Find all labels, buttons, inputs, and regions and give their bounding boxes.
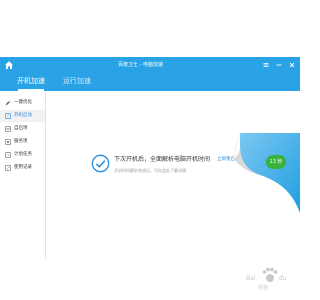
app-window: 百度卫士 - 电脑加速 开机加速 运行加速 一键优化 开机启动 自启项 服务项 … <box>0 57 300 258</box>
sidebar: 一键优化 开机启动 自启项 服务项 计划任务 使用记录 <box>0 91 46 258</box>
title-bar: 百度卫士 - 电脑加速 <box>0 57 300 73</box>
tab-run-speedup[interactable]: 运行加速 <box>60 73 94 91</box>
boot-time-value: 13 秒 <box>269 159 283 165</box>
sidebar-item-label: 服务项 <box>14 139 28 144</box>
sidebar-item-label: 开机启动 <box>14 113 32 118</box>
rocket-icon <box>5 100 11 106</box>
svg-text:du: du <box>279 275 287 282</box>
sidebar-item-one-click[interactable]: 一键优化 <box>0 97 45 109</box>
sidebar-item-label: 使用记录 <box>14 165 32 170</box>
svg-text:经验: 经验 <box>258 284 268 291</box>
list-icon <box>5 126 11 132</box>
check-circle-icon <box>91 154 110 173</box>
minimize-icon[interactable] <box>274 60 284 70</box>
sidebar-item-label: 自启项 <box>14 126 28 131</box>
close-icon[interactable] <box>287 60 297 70</box>
page-curl-graphic <box>233 133 300 213</box>
clock-icon <box>5 152 11 158</box>
message-subtitle: 开机时间解析完成后，可在此处了解详情 <box>114 168 186 173</box>
power-icon <box>5 113 11 119</box>
sidebar-item-boot-startup[interactable]: 开机启动 <box>0 110 45 122</box>
menu-icon[interactable] <box>261 60 271 70</box>
home-icon[interactable] <box>4 60 14 70</box>
record-icon <box>5 165 11 171</box>
paw-icon <box>262 267 278 282</box>
tab-boot-speedup[interactable]: 开机加速 <box>14 73 48 91</box>
sidebar-item-usage-records[interactable]: 使用记录 <box>0 162 45 174</box>
gear-icon <box>5 139 11 145</box>
sidebar-item-label: 一键优化 <box>14 100 32 105</box>
boot-time-badge[interactable]: 13 秒 <box>266 155 286 169</box>
svg-text:Bai: Bai <box>246 275 256 282</box>
sidebar-item-autostart[interactable]: 自启项 <box>0 123 45 135</box>
window-title: 百度卫士 - 电脑加速 <box>118 62 163 68</box>
sidebar-item-label: 计划任务 <box>14 152 32 157</box>
tab-bar: 开机加速 运行加速 <box>0 73 300 91</box>
baidu-jingyan-watermark: Bai du 经验 <box>246 267 287 291</box>
sidebar-item-services[interactable]: 服务项 <box>0 136 45 148</box>
sidebar-item-scheduled-tasks[interactable]: 计划任务 <box>0 149 45 161</box>
tab-label: 开机加速 <box>17 77 45 85</box>
tab-label: 运行加速 <box>63 77 91 85</box>
